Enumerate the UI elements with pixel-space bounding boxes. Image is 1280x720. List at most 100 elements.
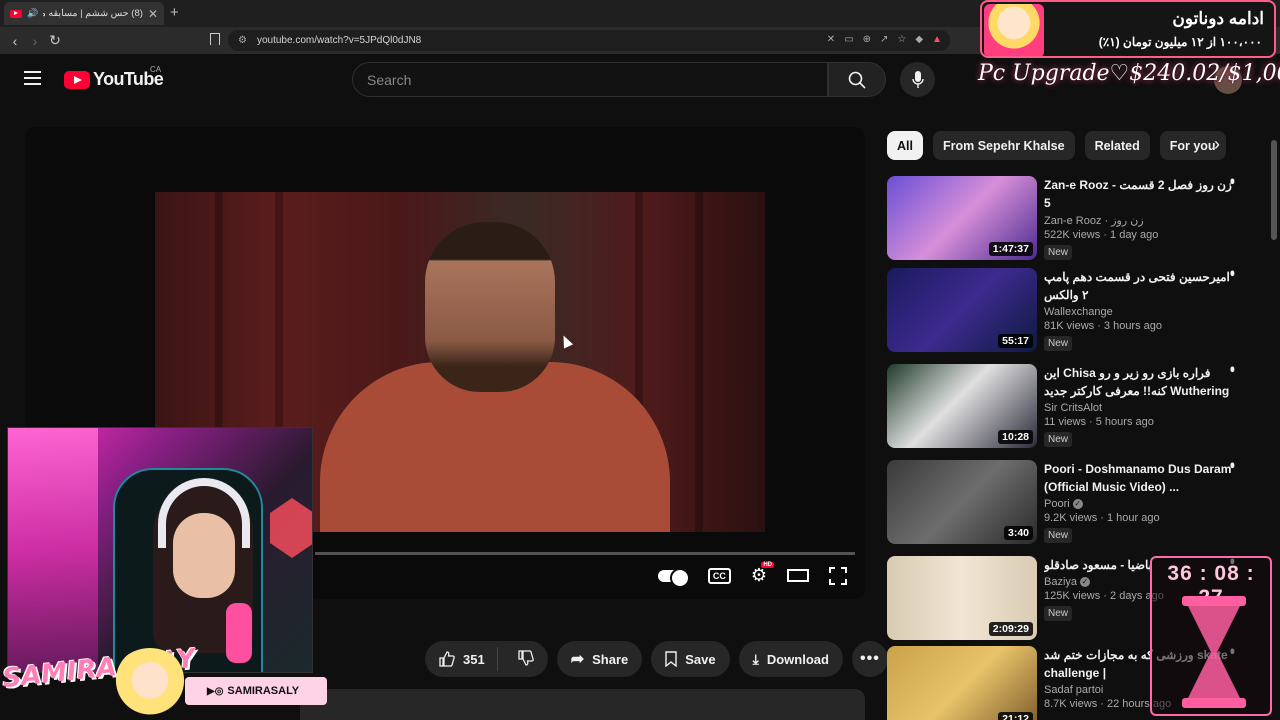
back-icon[interactable]: ‹ (5, 33, 25, 49)
video-thumbnail[interactable]: 3:40 (887, 460, 1037, 544)
save-button[interactable]: Save (651, 641, 730, 677)
reload-icon[interactable]: ↻ (45, 32, 65, 49)
video-title[interactable]: امیرحسین فتحی در قسمت دهم پامپ ۲ والکس (1044, 268, 1232, 304)
video-thumbnail[interactable]: 21:12 (887, 646, 1037, 720)
bookmark-icon[interactable] (210, 33, 220, 45)
youtube-logo[interactable]: YouTube CA (64, 65, 164, 90)
star-icon[interactable]: ☆ (897, 34, 906, 45)
shield-icon[interactable]: ◆ (915, 34, 923, 45)
rewards-icon[interactable]: ▲ (932, 34, 942, 45)
heart-decoration (270, 498, 312, 558)
download-icon: ⤓ (752, 650, 759, 667)
video-thumbnail[interactable]: 1:47:37 (887, 176, 1037, 260)
like-count: 351 (463, 651, 485, 667)
video-thumbnail[interactable]: 55:17 (887, 268, 1037, 352)
captions-icon[interactable]: CC (707, 567, 731, 584)
share-label: Share (592, 651, 629, 667)
search-button[interactable] (828, 62, 886, 97)
menu-icon[interactable] (24, 71, 41, 85)
dislike-button[interactable] (506, 649, 548, 669)
microphone-icon (911, 70, 924, 88)
chip-all[interactable]: All (887, 131, 923, 160)
webcam-overlay (7, 427, 313, 673)
close-tab-icon[interactable]: ✕ (148, 7, 158, 21)
new-badge: New (1044, 245, 1073, 260)
browser-tab[interactable]: 🔊 (8) حس ششم | مسابقه معما... ✕ (4, 2, 164, 25)
duration-badge: 1:47:37 (988, 242, 1033, 256)
hd-badge: HD (761, 562, 774, 568)
theater-mode-icon[interactable] (787, 569, 809, 582)
more-vertical-icon[interactable]: ••• (1225, 366, 1241, 369)
chevron-right-icon[interactable]: › (1214, 134, 1220, 155)
share-button[interactable]: ➦ Share (556, 641, 643, 677)
chibi-avatar-image (984, 4, 1044, 56)
youtube-logo-icon (64, 70, 90, 89)
settings-gear-icon[interactable]: ⚙ HD (751, 562, 774, 586)
more-vertical-icon[interactable]: ••• (1225, 270, 1241, 273)
video-thumbnail[interactable]: 2:09:29 (887, 556, 1037, 640)
donation-goal-text: Pc Upgrade♡$240.02/$1,000 (978, 61, 1280, 86)
more-horizontal-icon: ••• (860, 650, 880, 667)
player-controls: CC ⚙ HD (657, 562, 847, 588)
thumbs-up-icon (439, 651, 455, 667)
more-vertical-icon[interactable]: ••• (1225, 178, 1241, 181)
related-filter-chips: All From Sepehr Khalse Related For you (887, 131, 1226, 160)
thumbs-down-icon (518, 649, 534, 666)
progress-bar[interactable] (315, 552, 855, 555)
views-age: 522K views · 1 day ago (1044, 229, 1159, 241)
video-thumbnail[interactable]: 10:28 (887, 364, 1037, 448)
fullscreen-icon[interactable] (829, 566, 847, 585)
url-field[interactable]: ⚙ youtube.com/watch?v=5JPdQl0dJN8 ✕ ▭ ⊕ … (228, 30, 950, 51)
zoom-icon[interactable]: ⊕ (863, 34, 871, 45)
new-tab-button[interactable]: + (170, 4, 179, 21)
site-settings-icon[interactable]: ⚙ (238, 35, 247, 46)
more-actions-button[interactable]: ••• (851, 641, 888, 677)
views-age: 9.2K views · 1 hour ago (1044, 512, 1160, 524)
url-text: youtube.com/watch?v=5JPdQl0dJN8 (256, 35, 422, 46)
channel-name[interactable]: Sir CritsAlot (1044, 402, 1232, 414)
like-button[interactable]: 351 (425, 647, 498, 671)
speaker-icon[interactable]: 🔊 (27, 8, 38, 19)
social-handle: SAMIRASALY (227, 685, 300, 697)
share-page-icon[interactable]: ↗ (880, 34, 888, 45)
search-input[interactable]: Search (352, 62, 828, 97)
video-title[interactable]: این Chisa فراره بازی رو زیر و رو کنه!! م… (1044, 364, 1232, 400)
channel-name[interactable]: Zan-e Rooz · زن روز (1044, 214, 1232, 227)
region-code: CA (150, 65, 162, 74)
social-handle-badge: ▶◎ SAMIRASALY (185, 677, 327, 705)
list-item[interactable]: 55:17 امیرحسین فتحی در قسمت دهم پامپ ۲ و… (887, 268, 1257, 354)
channel-name[interactable]: Poori ✓ (1044, 498, 1232, 510)
new-badge: New (1044, 528, 1073, 543)
scrollbar[interactable] (1271, 140, 1277, 240)
duration-badge: 2:09:29 (988, 622, 1033, 636)
bookmark-save-icon (665, 651, 677, 667)
views-age: 81K views · 3 hours ago (1044, 320, 1163, 332)
screen: 🔊 (8) حس ششم | مسابقه معما... ✕ + ‹ › ↻ … (0, 0, 1280, 720)
hourglass-icon (1182, 596, 1246, 708)
cast-icon[interactable]: ▭ (844, 34, 853, 45)
youtube-instagram-icon: ▶◎ (207, 685, 224, 697)
donation-progress: ۱۰۰،۰۰۰ از ۱۲ میلیون تومان (۱٪) (1098, 35, 1262, 49)
download-button[interactable]: ⤓ Download (738, 641, 843, 677)
more-vertical-icon[interactable]: ••• (1225, 462, 1241, 465)
channel-name-text: Poori (1044, 498, 1070, 510)
video-title[interactable]: Poori - Doshmanamo Dus Daram (Official M… (1044, 460, 1232, 496)
channel-name[interactable]: Wallexchange (1044, 306, 1232, 318)
chip-related[interactable]: Related (1084, 131, 1150, 160)
description-box[interactable] (300, 689, 865, 720)
like-dislike-group: 351 (425, 641, 548, 677)
mute-icon[interactable]: ✕ (827, 34, 835, 45)
duration-badge: 10:28 (998, 430, 1033, 444)
new-badge: New (1044, 336, 1073, 351)
video-title[interactable]: Zan-e Rooz - زن روز فصل 2 قسمت 5 (1044, 176, 1232, 212)
forward-icon[interactable]: › (25, 33, 45, 49)
stream-timer-overlay: 36 : 08 : 27 (1150, 556, 1272, 716)
list-item[interactable]: 1:47:37 Zan-e Rooz - زن روز فصل 2 قسمت 5… (887, 176, 1257, 262)
list-item[interactable]: 3:40 Poori - Doshmanamo Dus Daram (Offic… (887, 460, 1257, 546)
voice-search-button[interactable] (900, 62, 935, 97)
chip-from-channel[interactable]: From Sepehr Khalse (932, 131, 1075, 160)
views-age: 11 views · 5 hours ago (1044, 416, 1154, 428)
autoplay-toggle[interactable] (657, 567, 690, 588)
verified-check-icon: ✓ (1072, 499, 1083, 510)
list-item[interactable]: 10:28 این Chisa فراره بازی رو زیر و رو ک… (887, 364, 1257, 450)
